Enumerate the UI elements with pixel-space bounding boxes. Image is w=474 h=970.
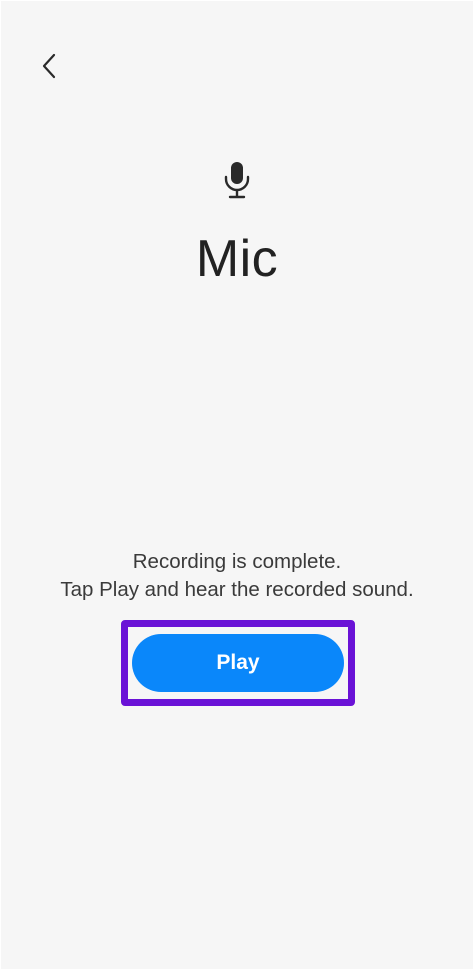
- instruction-line-1: Recording is complete.: [132, 550, 342, 573]
- chevron-left-icon: [42, 53, 56, 79]
- page-title: Mic: [195, 230, 279, 288]
- microphone-icon: [224, 162, 250, 199]
- instruction-line-2: Tap Play and hear the recorded sound.: [60, 578, 414, 601]
- instruction-text: Recording is complete. Tap Play and hear…: [1, 548, 473, 604]
- back-button[interactable]: [31, 46, 67, 86]
- play-button[interactable]: Play: [132, 634, 344, 692]
- mic-test-screen: Mic Recording is complete. Tap Play and …: [1, 1, 473, 969]
